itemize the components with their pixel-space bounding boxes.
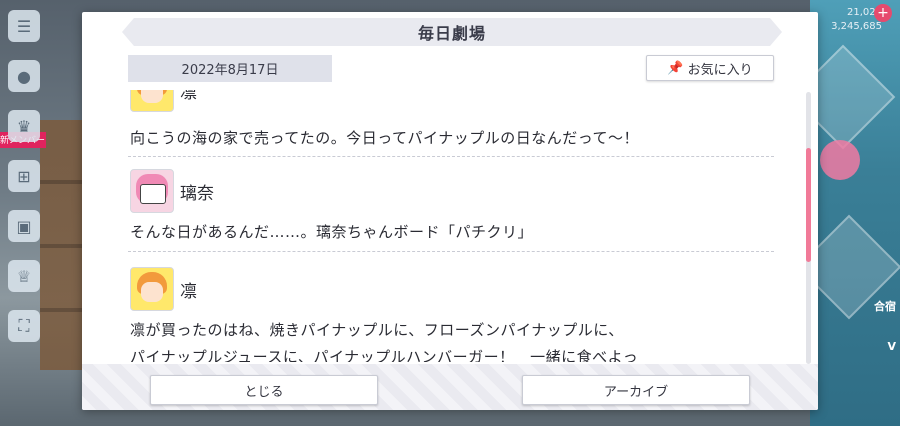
- speaker: 凛: [130, 267, 197, 311]
- date-label: 2022年8月17日: [128, 55, 332, 82]
- dialog-title: 毎日劇場: [417, 24, 486, 43]
- screen-icon[interactable]: ▣: [8, 210, 40, 242]
- dialogue-line: パイナップルジュースに、パイナップルハンバーガー！ 一緒に食べよっ: [130, 348, 639, 362]
- add-currency-button[interactable]: +: [874, 4, 892, 22]
- dialogue-line: そんな日があるんだ……。璃奈ちゃんボード「パチクリ」: [130, 223, 534, 241]
- gift-icon[interactable]: ⊞: [8, 160, 40, 192]
- avatar: [130, 169, 174, 213]
- expand-icon[interactable]: ⛶: [8, 310, 40, 342]
- menu-icon[interactable]: ☰: [8, 10, 40, 42]
- speaker: 璃奈: [130, 169, 214, 213]
- scene-lockers: [40, 120, 84, 370]
- archive-button[interactable]: アーカイブ: [522, 375, 750, 405]
- speaker-name: 凛: [180, 90, 197, 103]
- conversation-list[interactable]: 凛 向こうの海の家で売ってたの。今日ってパイナップルの日なんだって〜！ 璃奈 そ…: [128, 90, 774, 362]
- avatar: [130, 90, 174, 112]
- chat-icon[interactable]: ●: [8, 60, 40, 92]
- avatar: [130, 267, 174, 311]
- v-tag: V: [887, 340, 896, 353]
- currency-value-2: 3,245,685: [831, 21, 882, 32]
- camp-tag: 合宿: [874, 300, 896, 313]
- speaker-name: 凛: [180, 281, 197, 302]
- cup-icon[interactable]: ♕: [8, 260, 40, 292]
- favorite-button[interactable]: 📌 お気に入り: [646, 55, 774, 81]
- close-button[interactable]: とじる: [150, 375, 378, 405]
- trophy-icon[interactable]: ♛: [8, 110, 40, 142]
- daily-theater-dialog: 毎日劇場 2022年8月17日 📌 お気に入り 凛 向こうの海の家で売ってたの。…: [82, 12, 818, 410]
- list-item: 凛 向こうの海の家で売ってたの。今日ってパイナップルの日なんだって〜！: [128, 90, 774, 157]
- list-item: 凛 凛が買ったのはね、焼きパイナップルに、フローズンパイナップルに、 パイナップ…: [128, 252, 774, 362]
- pin-icon: 📌: [667, 60, 684, 76]
- speaker-name: 璃奈: [180, 183, 214, 204]
- favorite-label: お気に入り: [687, 62, 753, 78]
- scroll-thumb[interactable]: [806, 148, 811, 262]
- scrollbar[interactable]: [806, 92, 811, 364]
- speaker: 凛: [130, 90, 197, 112]
- list-item: 璃奈 そんな日があるんだ……。璃奈ちゃんボード「パチクリ」: [128, 157, 774, 252]
- dialogue-line: 向こうの海の家で売ってたの。今日ってパイナップルの日なんだって〜！: [130, 129, 639, 147]
- scene-pink-badge: [820, 140, 860, 180]
- title-bar: 毎日劇場: [122, 18, 782, 46]
- dialogue-line: 凛が買ったのはね、焼きパイナップルに、フローズンパイナップルに、: [130, 321, 624, 339]
